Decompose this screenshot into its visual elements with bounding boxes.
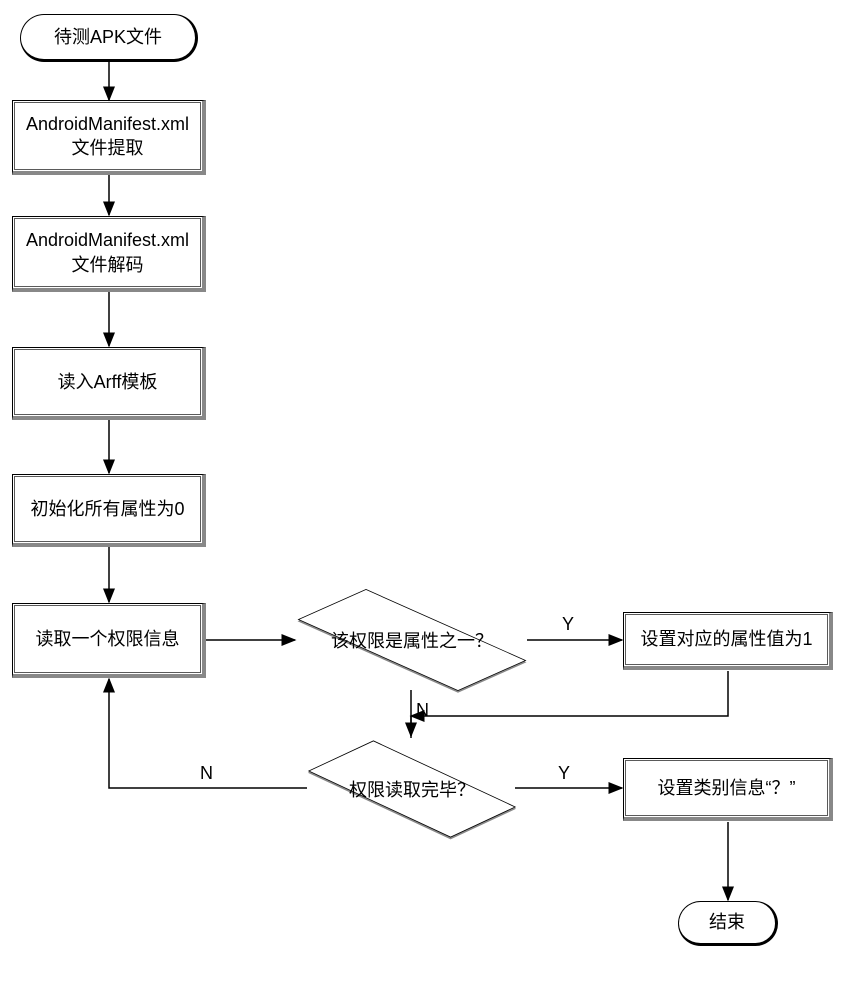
- flow-end: 结束: [678, 901, 778, 946]
- start-label: 待测APK文件: [54, 25, 162, 49]
- flow-start: 待测APK文件: [20, 14, 198, 62]
- readperm-label: 读取一个权限信息: [36, 627, 180, 651]
- setone-label: 设置对应的属性值为1: [640, 627, 812, 651]
- step-decode: AndroidManifest.xml 文件解码: [12, 216, 206, 292]
- step-set-one: 设置对应的属性值为1: [623, 612, 833, 670]
- label-n-isattr: N: [416, 700, 429, 721]
- setcat-label: 设置类别信息“？”: [658, 776, 796, 800]
- initattr-label: 初始化所有属性为0: [30, 497, 184, 521]
- decode-label: AndroidManifest.xml 文件解码: [26, 228, 189, 277]
- label-y-doneread: Y: [558, 763, 570, 784]
- step-read-arff: 读入Arff模板: [12, 347, 206, 420]
- decision-done-read: 权限读取完毕？: [308, 740, 516, 837]
- step-extract: AndroidManifest.xml 文件提取: [12, 100, 206, 175]
- label-n-doneread: N: [200, 763, 213, 784]
- step-set-category: 设置类别信息“？”: [623, 758, 833, 821]
- step-read-perm: 读取一个权限信息: [12, 603, 206, 678]
- step-init-attr: 初始化所有属性为0: [12, 474, 206, 547]
- decision-is-attr: 该权限是属性之一？: [296, 590, 528, 690]
- end-label: 结束: [709, 910, 745, 934]
- label-y-isattr: Y: [562, 614, 574, 635]
- readarff-label: 读入Arff模板: [58, 370, 158, 394]
- extract-label: AndroidManifest.xml 文件提取: [26, 112, 189, 161]
